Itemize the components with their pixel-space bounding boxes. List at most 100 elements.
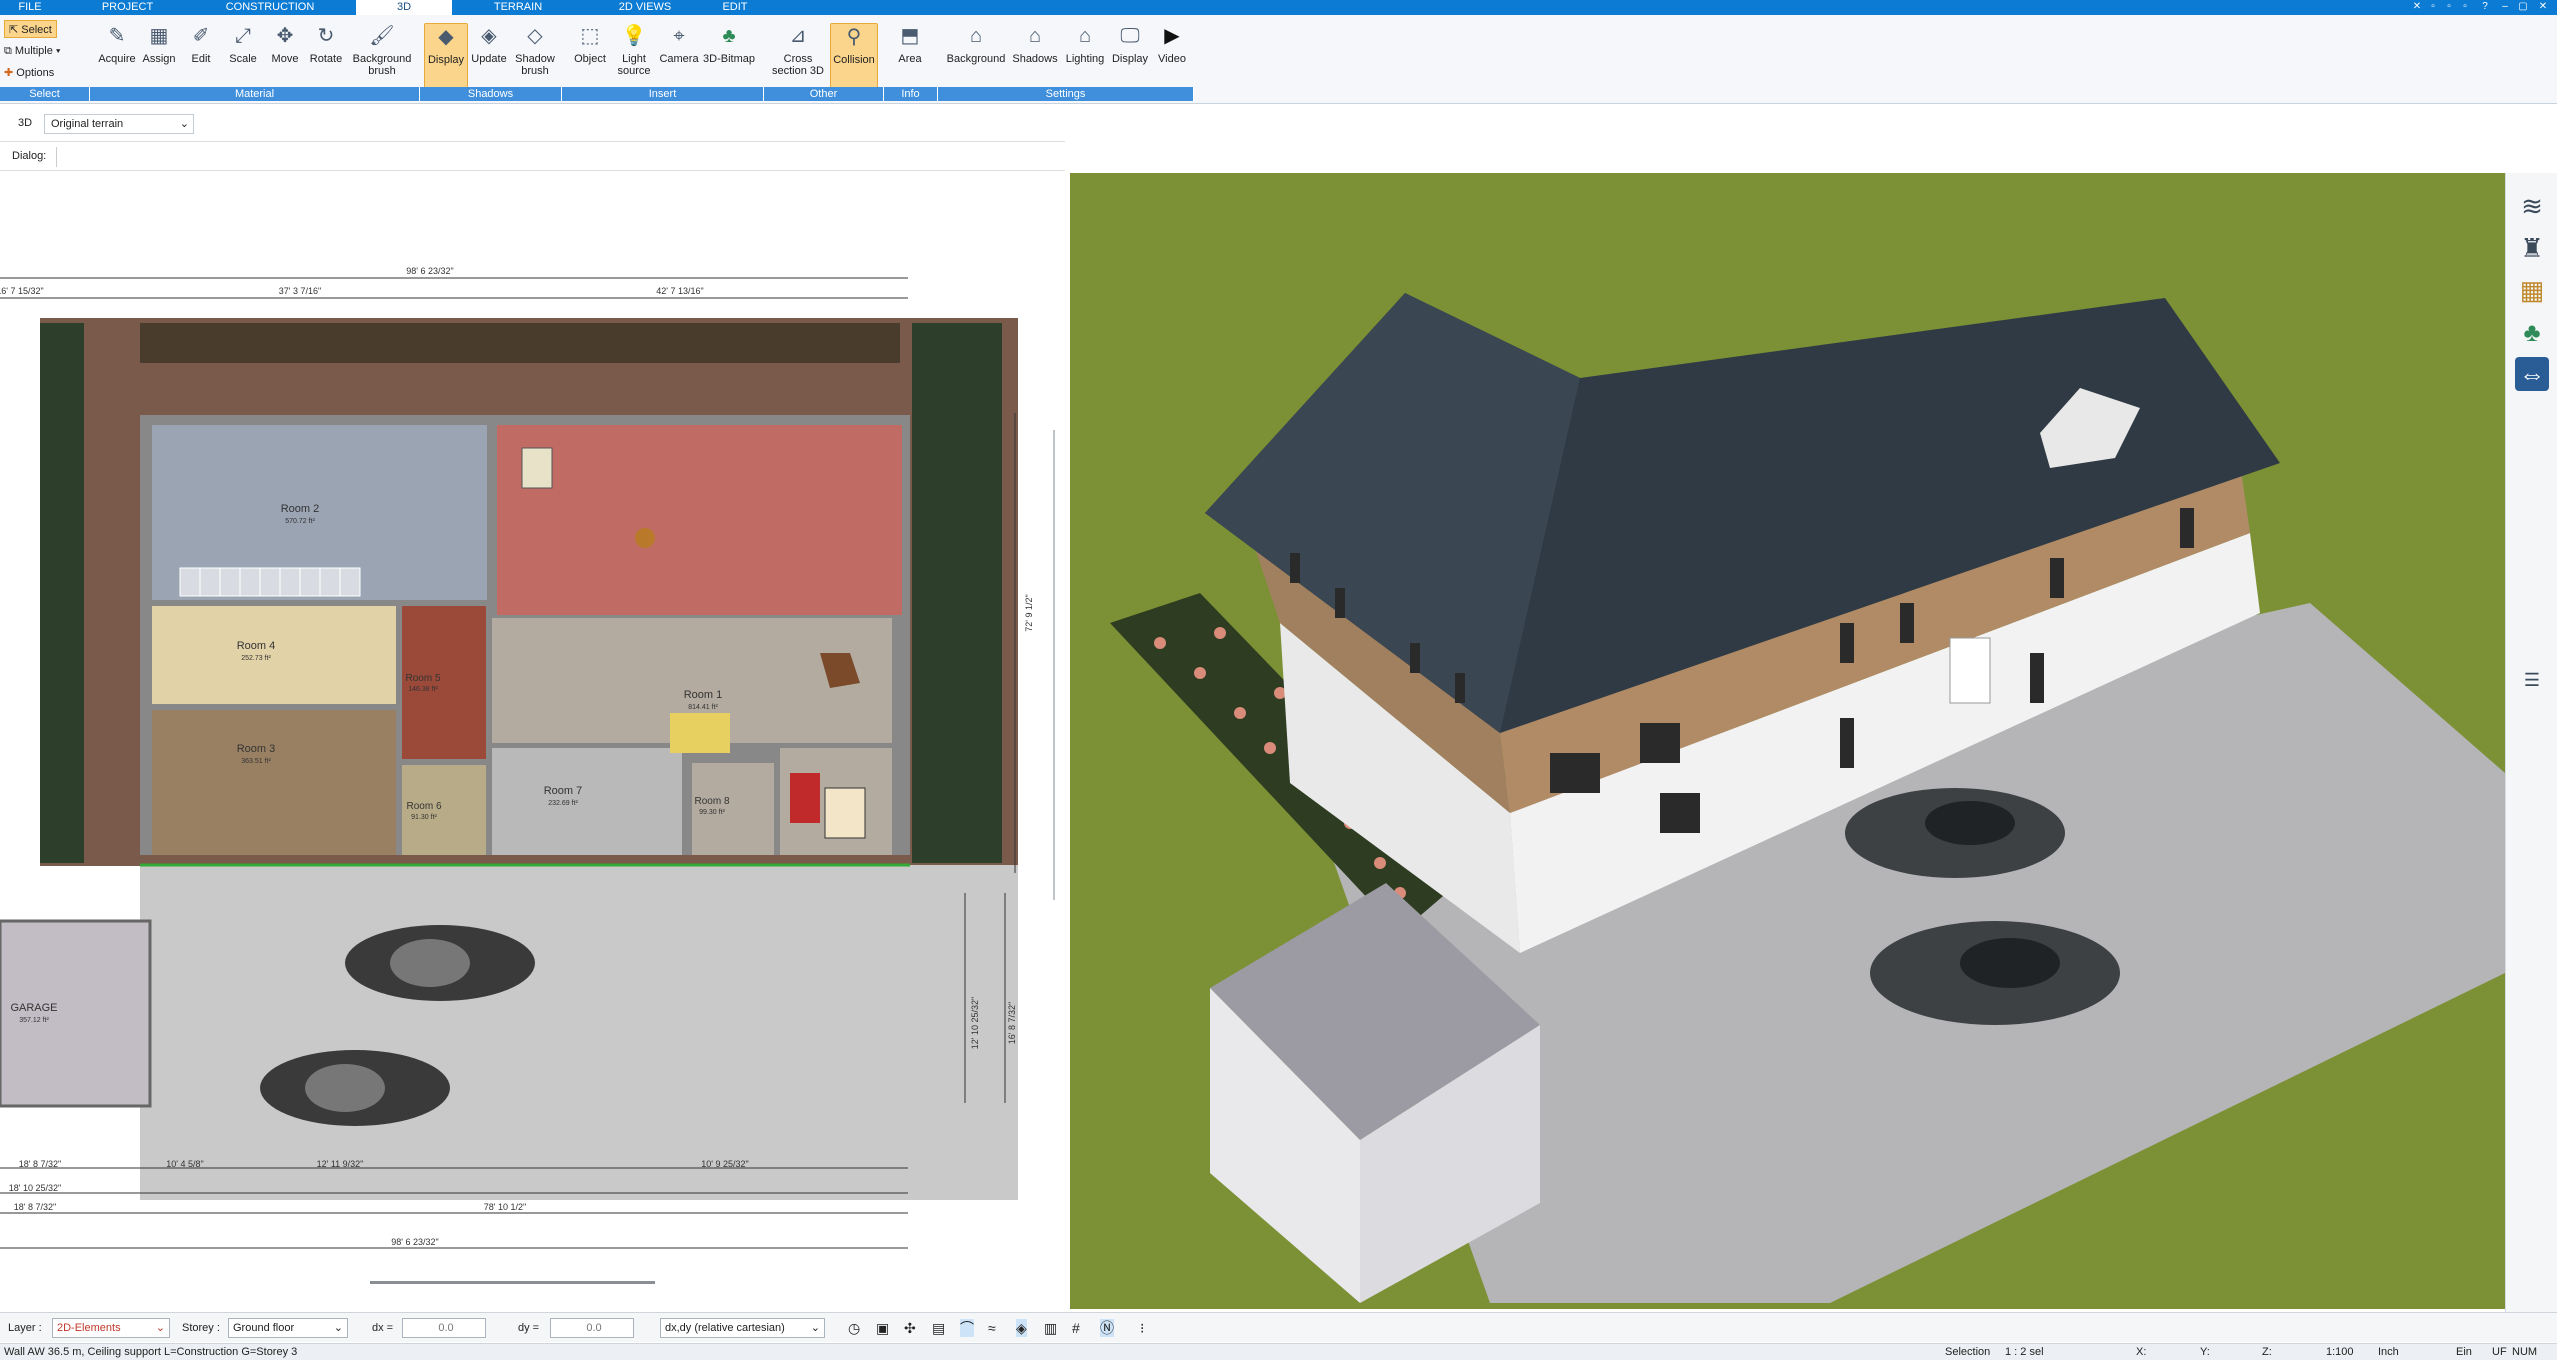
camera-button[interactable]: ⌖ Camera xyxy=(656,23,702,93)
tab-2d-views[interactable]: 2D VIEWS xyxy=(600,0,690,15)
info-icon[interactable]: ⁝ xyxy=(1140,1319,1144,1337)
view-splitter[interactable] xyxy=(1048,173,1070,1313)
tab-project[interactable]: PROJECT xyxy=(90,0,165,15)
background-brush-label: Background brush xyxy=(352,53,412,77)
shadow-brush-button[interactable]: ◇ Shadow brush xyxy=(510,23,560,93)
light-source-label: Light source xyxy=(617,53,651,77)
scale-button[interactable]: ⤢ Scale xyxy=(224,23,262,93)
update-button[interactable]: ◈ Update xyxy=(468,23,510,93)
shadows-settings-button[interactable]: ⌂ Shadows xyxy=(1010,23,1060,93)
3d-view[interactable] xyxy=(1070,173,2505,1309)
object-button[interactable]: ⬚ Object xyxy=(568,23,612,93)
cube-refresh-icon: ◈ xyxy=(481,25,497,47)
tab-3d[interactable]: 3D xyxy=(356,0,452,15)
cube-icon: ◆ xyxy=(438,26,454,48)
floor-plan-view[interactable]: 98' 6 23/32" 37' 3 7/16" 42' 7 13/16" 16… xyxy=(0,173,1048,1288)
snap-point-icon[interactable]: ✣ xyxy=(904,1319,916,1337)
video-button[interactable]: ▶ Video xyxy=(1152,23,1192,93)
plan-vscrollbar[interactable] xyxy=(1053,430,1055,900)
close-icon[interactable]: ✕ xyxy=(2538,2,2548,12)
group-select-label: Select xyxy=(0,87,90,101)
monitor-icon: 🖵 xyxy=(1120,25,1140,47)
tab-terrain[interactable]: TERRAIN xyxy=(478,0,558,15)
snap-hatch-icon[interactable]: ▥ xyxy=(1044,1319,1057,1337)
snap-grid-icon[interactable]: ▣ xyxy=(876,1319,889,1337)
dim-top-total: 98' 6 23/32" xyxy=(406,266,453,276)
video-label: Video xyxy=(1158,53,1186,65)
divider xyxy=(56,147,57,167)
layers-icon[interactable]: ≋ xyxy=(2515,189,2549,223)
edit-button[interactable]: ✐ Edit xyxy=(182,23,220,93)
dim-right-1: 72' 9 1/2" xyxy=(1024,594,1034,631)
minimize-icon[interactable]: – xyxy=(2500,2,2510,12)
snap-layer-icon[interactable]: ◈ xyxy=(1016,1319,1027,1337)
window-stack-icon[interactable]: ▫ xyxy=(2460,2,2470,12)
assign-button[interactable]: ▦ Assign xyxy=(138,23,180,93)
cross-section-3d-button[interactable]: ⊿ Cross section 3D xyxy=(770,23,826,93)
area-icon: ⬒ xyxy=(900,25,920,47)
display-shadows-button[interactable]: ◆ Display xyxy=(424,23,468,93)
move-icon: ✥ xyxy=(276,25,294,47)
light-source-button[interactable]: 💡 Light source xyxy=(610,23,658,93)
3d-bitmap-button[interactable]: ♣ 3D-Bitmap xyxy=(700,23,758,93)
dx-input[interactable]: 0.0 xyxy=(402,1318,486,1338)
snap-angle-icon[interactable]: ≈ xyxy=(988,1319,996,1337)
clock-icon[interactable]: ◷ xyxy=(848,1319,860,1337)
tab-edit[interactable]: EDIT xyxy=(710,0,760,15)
background-brush-button[interactable]: 🖌 Background brush xyxy=(350,23,414,93)
x-coordinate-label: X: xyxy=(2136,1346,2147,1358)
dim-top-left: 37' 3 7/16" xyxy=(279,286,321,296)
options-button[interactable]: ✚ Options xyxy=(4,64,54,82)
display-settings-label: Display xyxy=(1111,53,1149,65)
window-tile-icon[interactable]: ▫ xyxy=(2428,2,2438,12)
snap-mid-icon[interactable]: ▤ xyxy=(932,1319,945,1337)
stairs xyxy=(179,567,361,597)
plants-icon[interactable]: ♣ xyxy=(2515,315,2549,349)
coord-mode-select[interactable]: dx,dy (relative cartesian) ⌄ xyxy=(660,1318,825,1338)
tool-icon[interactable]: ✕ xyxy=(2412,2,2422,12)
background-button[interactable]: ⌂ Background xyxy=(944,23,1008,93)
window-cascade-icon[interactable]: ▫ xyxy=(2444,2,2454,12)
materials-icon[interactable]: ▦ xyxy=(2515,273,2549,307)
chevron-down-icon: ⌄ xyxy=(179,118,189,130)
layer-select[interactable]: 2D-Elements ⌄ xyxy=(52,1318,170,1338)
storey-select[interactable]: Ground floor ⌄ xyxy=(228,1318,348,1338)
hedge-left xyxy=(40,323,84,863)
floor-plan-canvas[interactable]: 98' 6 23/32" 37' 3 7/16" 42' 7 13/16" 16… xyxy=(0,173,1048,1288)
room-4[interactable] xyxy=(152,606,396,704)
north-icon[interactable]: Ⓝ xyxy=(1100,1319,1114,1337)
car-3d-1 xyxy=(1845,788,2065,878)
snap-line-icon[interactable]: ⌒ xyxy=(960,1319,974,1337)
room-7[interactable] xyxy=(492,748,682,855)
terrain-select[interactable]: Original terrain ⌄ xyxy=(44,114,194,134)
view-toggle-icon[interactable]: ⇔ xyxy=(2515,357,2549,391)
area-button[interactable]: ⬒ Area xyxy=(890,23,930,93)
help-icon[interactable]: ? xyxy=(2480,2,2490,12)
lighting-button[interactable]: ⌂ Lighting xyxy=(1060,23,1110,93)
pencil-icon: ✐ xyxy=(192,25,210,47)
plan-scrollbar[interactable] xyxy=(370,1281,655,1284)
acquire-button[interactable]: ✎ Acquire xyxy=(96,23,138,93)
display-settings-button[interactable]: 🖵 Display xyxy=(1108,23,1152,93)
move-button[interactable]: ✥ Move xyxy=(266,23,304,93)
grid-icon[interactable]: # xyxy=(1072,1319,1080,1337)
collapse-panel-icon[interactable]: ☰ xyxy=(2515,663,2549,697)
room-3-area: 363.51 ft² xyxy=(241,758,271,765)
room-8-area: 99.30 ft² xyxy=(699,809,725,816)
select-button[interactable]: ⇱ Select xyxy=(4,20,57,38)
tab-file[interactable]: FILE xyxy=(0,0,60,15)
collision-button[interactable]: ⚲ Collision xyxy=(830,23,878,93)
storey-label: Storey : xyxy=(182,1322,220,1334)
dy-input[interactable]: 0.0 xyxy=(550,1318,634,1338)
maximize-icon[interactable]: ▢ xyxy=(2518,2,2528,12)
selection-label: Selection xyxy=(1945,1346,1991,1358)
furniture-icon[interactable]: ♜ xyxy=(2515,231,2549,265)
3d-canvas[interactable] xyxy=(1070,173,2505,1309)
tab-construction[interactable]: CONSTRUCTION xyxy=(210,0,330,15)
multiple-dropdown[interactable]: ⧉ Multiple ▾ xyxy=(4,42,61,60)
room-patio[interactable] xyxy=(497,425,902,615)
rotate-button[interactable]: ↻ Rotate xyxy=(306,23,346,93)
room-3[interactable] xyxy=(152,710,396,855)
unit-value: Inch xyxy=(2378,1346,2399,1358)
cross-section-icon: ⊿ xyxy=(789,25,807,47)
